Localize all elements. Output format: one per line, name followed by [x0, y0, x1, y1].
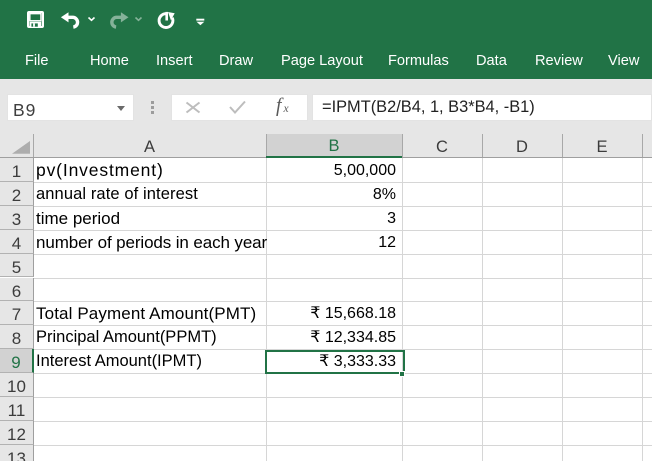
svg-text:x: x: [283, 103, 290, 115]
